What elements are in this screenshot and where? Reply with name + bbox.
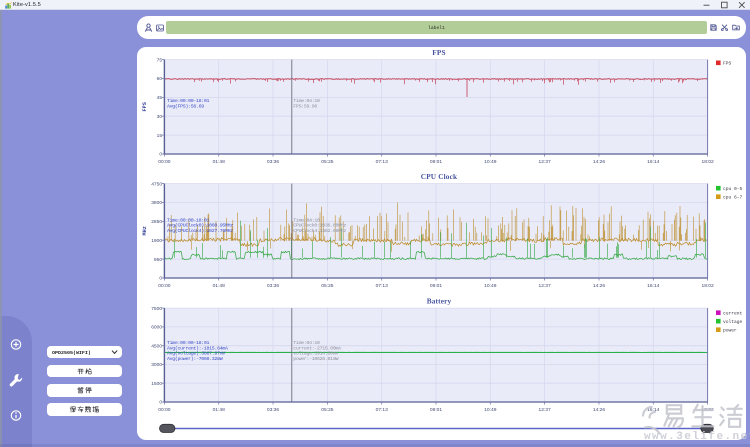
svg-text:05:25: 05:25: [321, 159, 334, 165]
svg-text:3000: 3000: [151, 362, 162, 368]
svg-text:09:01: 09:01: [430, 407, 443, 413]
svg-text:voltage:3914.00mV: voltage:3914.00mV: [293, 351, 338, 357]
svg-text:3800: 3800: [151, 200, 162, 206]
svg-text:FPS: FPS: [723, 61, 732, 67]
svg-text:0: 0: [159, 276, 162, 282]
svg-text:4750: 4750: [151, 181, 162, 187]
svg-text:cpu 0-5: cpu 0-5: [723, 186, 743, 192]
svg-text:Avg(power):-7060.32mW: Avg(power):-7060.32mW: [167, 356, 223, 362]
svg-text:03:36: 03:36: [267, 283, 280, 289]
svg-text:power:-10626.81mW: power:-10626.81mW: [293, 356, 338, 362]
svg-text:14:26: 14:26: [593, 283, 606, 289]
svg-text:05:25: 05:25: [321, 283, 334, 289]
svg-text:45: 45: [157, 95, 163, 101]
svg-text:01:48: 01:48: [213, 159, 226, 165]
svg-text:Battery: Battery: [427, 297, 452, 306]
svg-text:voltage: voltage: [723, 319, 743, 325]
svg-text:01:48: 01:48: [213, 283, 226, 289]
svg-text:10:49: 10:49: [484, 407, 497, 413]
svg-text:4500: 4500: [151, 343, 162, 349]
svg-text:15: 15: [157, 133, 163, 139]
svg-text:07:13: 07:13: [376, 283, 389, 289]
svg-text:07:13: 07:13: [376, 407, 389, 413]
svg-text:14:26: 14:26: [593, 159, 606, 165]
svg-text:16:14: 16:14: [647, 283, 660, 289]
svg-text:30: 30: [157, 114, 163, 120]
svg-text:00:00: 00:00: [158, 283, 171, 289]
svg-text:09:01: 09:01: [430, 283, 443, 289]
svg-text:current:-2715.00mA: current:-2715.00mA: [293, 345, 341, 351]
svg-text:2850: 2850: [151, 219, 162, 225]
svg-text:16:14: 16:14: [647, 159, 660, 165]
svg-text:10:49: 10:49: [484, 283, 497, 289]
svg-text:10:49: 10:49: [484, 159, 497, 165]
svg-text:Avg(voltage):3887.97mV: Avg(voltage):3887.97mV: [167, 351, 225, 357]
svg-text:12:37: 12:37: [538, 283, 551, 289]
svg-text:Time:04:10: Time:04:10: [293, 217, 320, 223]
svg-text:03:36: 03:36: [267, 159, 280, 165]
svg-text:current: current: [723, 311, 743, 317]
svg-text:1900: 1900: [151, 238, 162, 244]
svg-text:01:48: 01:48: [213, 407, 226, 413]
svg-text:FPS:59.96: FPS:59.96: [293, 103, 317, 109]
svg-text:05:25: 05:25: [321, 407, 334, 413]
svg-text:Avg(CPUClock4):1027.76MHz: Avg(CPUClock4):1027.76MHz: [167, 228, 233, 234]
svg-text:Time:00:00-18:01: Time:00:00-18:01: [167, 98, 210, 104]
svg-text:Time:04:10: Time:04:10: [293, 340, 320, 346]
svg-text:CPUClock0:1036.80MHz: CPUClock0:1036.80MHz: [293, 223, 346, 229]
svg-text:CPU Clock: CPU Clock: [421, 172, 458, 181]
svg-text:18:02: 18:02: [701, 159, 714, 165]
svg-text:1500: 1500: [151, 381, 162, 387]
svg-text:14:26: 14:26: [593, 407, 606, 413]
svg-text:Avg(CPUClock0):1060.95MHz: Avg(CPUClock0):1060.95MHz: [167, 223, 233, 229]
svg-text:00:00: 00:00: [158, 407, 171, 413]
svg-text:950: 950: [154, 257, 162, 263]
svg-text:03:36: 03:36: [267, 407, 280, 413]
svg-text:MHz: MHz: [142, 226, 148, 235]
svg-text:Time:00:00-18:01: Time:00:00-18:01: [167, 340, 210, 346]
svg-text:6000: 6000: [151, 325, 162, 331]
svg-text:00:00: 00:00: [158, 159, 171, 165]
svg-text:09:01: 09:01: [430, 159, 443, 165]
svg-text:0: 0: [159, 152, 162, 158]
svg-text:12:37: 12:37: [538, 159, 551, 165]
svg-text:FPS: FPS: [432, 48, 445, 57]
svg-text:cpu 6-7: cpu 6-7: [723, 195, 743, 201]
svg-text:Time:00:00-18:01: Time:00:00-18:01: [167, 217, 210, 223]
svg-text:60: 60: [157, 76, 163, 82]
svg-text:Avg(FPS):56.69: Avg(FPS):56.69: [167, 103, 204, 109]
svg-text:power: power: [723, 329, 737, 334]
svg-text:12:37: 12:37: [538, 407, 551, 413]
svg-text:Avg(current):-1815.64mA: Avg(current):-1815.64mA: [167, 345, 228, 351]
svg-text:07:13: 07:13: [376, 159, 389, 165]
svg-text:CPUClock4:1382.08MHz: CPUClock4:1382.08MHz: [293, 228, 346, 234]
svg-text:Time:04:10: Time:04:10: [293, 98, 320, 104]
svg-text:7500: 7500: [151, 306, 162, 312]
svg-text:18:02: 18:02: [701, 283, 714, 289]
svg-text:75: 75: [157, 57, 163, 63]
svg-text:FPS: FPS: [142, 102, 148, 111]
svg-text:0: 0: [159, 400, 162, 406]
svg-text:OPD2505(WIFI): OPD2505(WIFI): [52, 350, 91, 356]
